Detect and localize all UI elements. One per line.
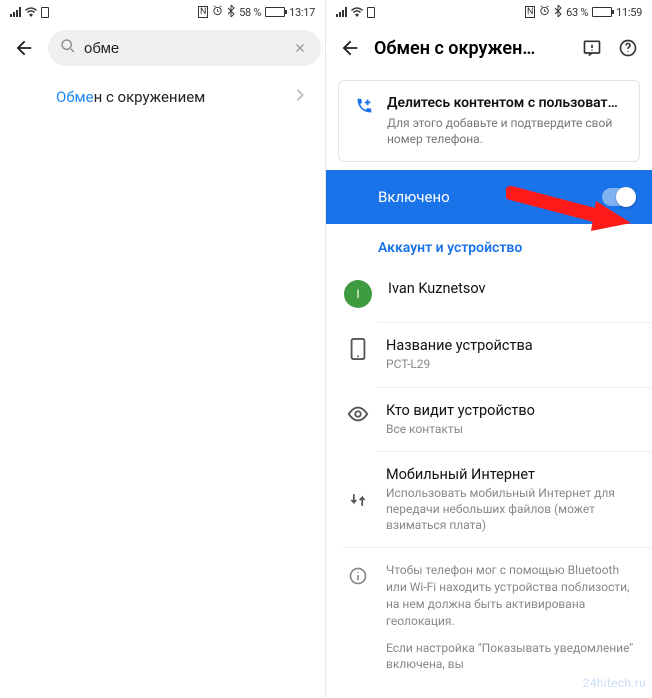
nfc-icon: N bbox=[525, 6, 535, 18]
bluetooth-icon bbox=[554, 5, 562, 20]
battery-percent: 58 % bbox=[239, 6, 261, 19]
enabled-toggle-row[interactable]: Включено bbox=[326, 170, 652, 224]
mobile-data-label: Мобильный Интернет bbox=[386, 466, 636, 483]
phone-icon bbox=[346, 337, 370, 361]
battery-icon bbox=[592, 7, 612, 17]
battery-percent: 63 % bbox=[566, 6, 588, 19]
sim-icon bbox=[367, 7, 375, 18]
search-result-highlight: Обме bbox=[56, 88, 94, 106]
search-box[interactable] bbox=[48, 30, 321, 66]
search-header bbox=[0, 24, 325, 72]
status-bar-left: N 58 % 13:17 bbox=[0, 0, 325, 24]
nfc-icon: N bbox=[198, 6, 208, 18]
alarm-icon bbox=[539, 5, 550, 19]
account-item[interactable]: I Ivan Kuznetsov bbox=[326, 266, 652, 322]
help-icon[interactable] bbox=[616, 36, 640, 60]
settings-panel: N 63 % 11:59 Обмен с окружен… Дел bbox=[326, 0, 652, 698]
watermark: 24hitech.ru bbox=[583, 676, 646, 690]
feedback-icon[interactable] bbox=[580, 36, 604, 60]
section-header-account: Аккаунт и устройство bbox=[326, 224, 652, 266]
wifi-icon bbox=[351, 7, 363, 17]
search-input[interactable] bbox=[84, 40, 283, 57]
page-title: Обмен с окружен… bbox=[374, 38, 568, 59]
info-icon bbox=[346, 564, 370, 588]
phone-plus-icon bbox=[351, 95, 375, 119]
sim-icon bbox=[41, 7, 49, 18]
info-text-1: Чтобы телефон мог с помощью Bluetooth ил… bbox=[386, 562, 636, 629]
mobile-data-item[interactable]: Мобильный Интернет Использовать мобильны… bbox=[326, 452, 652, 548]
visibility-item[interactable]: Кто видит устройство Все контакты bbox=[326, 388, 652, 451]
visibility-label: Кто видит устройство bbox=[386, 402, 636, 419]
info-note: Чтобы телефон мог с помощью Bluetooth ил… bbox=[326, 548, 652, 687]
battery-icon bbox=[265, 7, 285, 17]
toggle-label: Включено bbox=[378, 188, 450, 206]
avatar: I bbox=[344, 280, 372, 308]
device-name-item[interactable]: Название устройства PCT-L29 bbox=[326, 323, 652, 386]
status-time: 13:17 bbox=[289, 6, 315, 19]
visibility-value: Все контакты bbox=[386, 421, 636, 437]
back-button[interactable] bbox=[12, 36, 36, 60]
data-icon bbox=[346, 488, 370, 512]
mobile-data-desc: Использовать мобильный Интернет для пере… bbox=[386, 485, 636, 534]
search-panel: N 58 % 13:17 Обмен с окру bbox=[0, 0, 326, 698]
alarm-icon bbox=[212, 5, 223, 19]
page-header: Обмен с окружен… bbox=[326, 24, 652, 72]
device-name-value: PCT-L29 bbox=[386, 356, 636, 372]
status-bar-right: N 63 % 11:59 bbox=[326, 0, 652, 24]
account-name: Ivan Kuznetsov bbox=[388, 280, 636, 297]
notice-title: Делитесь контентом с пользоват… bbox=[387, 95, 627, 111]
search-result-rest: н с окружением bbox=[94, 88, 206, 106]
bluetooth-icon bbox=[227, 5, 235, 20]
eye-icon bbox=[346, 402, 370, 426]
search-result-item[interactable]: Обмен с окружением bbox=[0, 72, 325, 122]
chevron-right-icon bbox=[295, 88, 305, 106]
phone-notice-card[interactable]: Делитесь контентом с пользоват… Для этог… bbox=[338, 80, 640, 162]
device-name-label: Название устройства bbox=[386, 337, 636, 354]
search-icon bbox=[60, 38, 76, 58]
switch-on[interactable] bbox=[602, 188, 636, 206]
status-time: 11:59 bbox=[616, 6, 642, 19]
signal-icon bbox=[336, 7, 347, 17]
notice-body: Для этого добавьте и подтвердите свой но… bbox=[387, 115, 627, 147]
info-text-2: Если настройка "Показывать уведомление" … bbox=[386, 640, 636, 674]
signal-icon bbox=[10, 7, 21, 17]
back-button[interactable] bbox=[338, 36, 362, 60]
clear-icon[interactable] bbox=[291, 39, 309, 57]
wifi-icon bbox=[25, 7, 37, 17]
